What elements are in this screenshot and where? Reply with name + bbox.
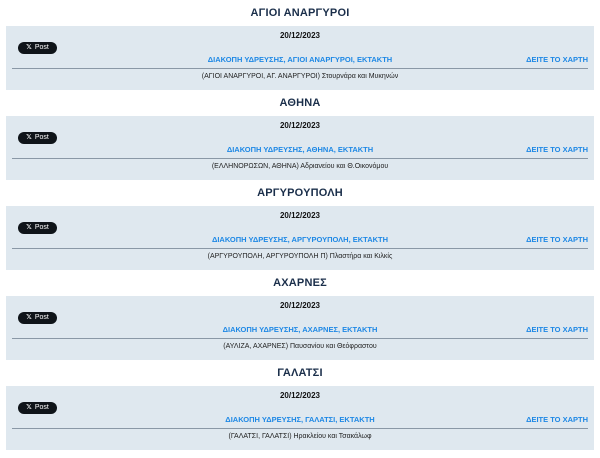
see-map-link[interactable]: ΔΕΙΤΕ ΤΟ ΧΑΡΤΗ bbox=[526, 55, 588, 64]
area-title: ΑΘΗΝΑ bbox=[279, 97, 321, 109]
x-post-button[interactable]: 𝕏 Post bbox=[18, 222, 57, 234]
outage-card: 20/12/2023 𝕏 Post ΔΙΑΚΟΠΗ ΥΔΡΕΥΣΗΣ, ΑΧΑΡ… bbox=[6, 296, 594, 360]
outage-date: 20/12/2023 bbox=[279, 211, 321, 220]
outage-list: ΑΓΙΟΙ ΑΝΑΡΓΥΡΟΙ 20/12/2023 𝕏 Post ΔΙΑΚΟΠ… bbox=[0, 0, 600, 450]
x-post-label: Post bbox=[34, 404, 49, 411]
divider bbox=[12, 428, 588, 429]
outage-section-agioi-anargyroi: ΑΓΙΟΙ ΑΝΑΡΓΥΡΟΙ 20/12/2023 𝕏 Post ΔΙΑΚΟΠ… bbox=[0, 0, 600, 90]
x-logo-icon: 𝕏 bbox=[26, 134, 32, 141]
outage-date: 20/12/2023 bbox=[279, 301, 321, 310]
area-title: ΓΑΛΑΤΣΙ bbox=[277, 367, 323, 379]
outage-streets: (ΓΑΛΑΤΣΙ, ΓΑΛΑΤΣΙ) Ηρακλείου και Τσακάλω… bbox=[228, 433, 372, 440]
outage-section-argyroupoli: ΑΡΓΥΡΟΥΠΟΛΗ 20/12/2023 𝕏 Post ΔΙΑΚΟΠΗ ΥΔ… bbox=[0, 180, 600, 270]
outage-date: 20/12/2023 bbox=[279, 391, 321, 400]
outage-streets: (ΕΛΛΗΝΟΡΩΣΩΝ, ΑΘΗΝΑ) Αδριανείου και Θ.Οι… bbox=[211, 163, 389, 170]
outage-card: 20/12/2023 𝕏 Post ΔΙΑΚΟΠΗ ΥΔΡΕΥΣΗΣ, ΓΑΛΑ… bbox=[6, 386, 594, 450]
area-title: ΑΡΓΥΡΟΥΠΟΛΗ bbox=[257, 187, 343, 199]
see-map-link[interactable]: ΔΕΙΤΕ ΤΟ ΧΑΡΤΗ bbox=[526, 235, 588, 244]
outage-section-acharnes: ΑΧΑΡΝΕΣ 20/12/2023 𝕏 Post ΔΙΑΚΟΠΗ ΥΔΡΕΥΣ… bbox=[0, 270, 600, 360]
x-post-button[interactable]: 𝕏 Post bbox=[18, 132, 57, 144]
outage-date: 20/12/2023 bbox=[279, 31, 321, 40]
x-post-button[interactable]: 𝕏 Post bbox=[18, 402, 57, 414]
divider bbox=[12, 68, 588, 69]
area-title: ΑΧΑΡΝΕΣ bbox=[273, 277, 327, 289]
x-post-label: Post bbox=[34, 314, 49, 321]
see-map-link[interactable]: ΔΕΙΤΕ ΤΟ ΧΑΡΤΗ bbox=[526, 415, 588, 424]
area-title: ΑΓΙΟΙ ΑΝΑΡΓΥΡΟΙ bbox=[250, 7, 350, 19]
x-post-button[interactable]: 𝕏 Post bbox=[18, 312, 57, 324]
x-logo-icon: 𝕏 bbox=[26, 44, 32, 51]
outage-notice-link[interactable]: ΔΙΑΚΟΠΗ ΥΔΡΕΥΣΗΣ, ΓΑΛΑΤΣΙ, ΕΚΤΑΚΤΗ bbox=[6, 415, 594, 424]
outage-card: 20/12/2023 𝕏 Post ΔΙΑΚΟΠΗ ΥΔΡΕΥΣΗΣ, ΑΓΙΟ… bbox=[6, 26, 594, 90]
x-post-label: Post bbox=[34, 224, 49, 231]
x-logo-icon: 𝕏 bbox=[26, 404, 32, 411]
x-logo-icon: 𝕏 bbox=[26, 314, 32, 321]
outage-notice-link[interactable]: ΔΙΑΚΟΠΗ ΥΔΡΕΥΣΗΣ, ΑΘΗΝΑ, ΕΚΤΑΚΤΗ bbox=[6, 145, 594, 154]
divider bbox=[12, 338, 588, 339]
see-map-link[interactable]: ΔΕΙΤΕ ΤΟ ΧΑΡΤΗ bbox=[526, 325, 588, 334]
outage-notice-link[interactable]: ΔΙΑΚΟΠΗ ΥΔΡΕΥΣΗΣ, ΑΡΓΥΡΟΥΠΟΛΗ, ΕΚΤΑΚΤΗ bbox=[6, 235, 594, 244]
outage-notice-link[interactable]: ΔΙΑΚΟΠΗ ΥΔΡΕΥΣΗΣ, ΑΧΑΡΝΕΣ, ΕΚΤΑΚΤΗ bbox=[6, 325, 594, 334]
outage-streets: (ΑΡΓΥΡΟΥΠΟΛΗ, ΑΡΓΥΡΟΥΠΟΛΗ Π) Πλαστήρα κα… bbox=[207, 253, 393, 260]
outage-section-athina: ΑΘΗΝΑ 20/12/2023 𝕏 Post ΔΙΑΚΟΠΗ ΥΔΡΕΥΣΗΣ… bbox=[0, 90, 600, 180]
outage-streets: (ΑΓΙΟΙ ΑΝΑΡΓΥΡΟΙ, ΑΓ. ΑΝΑΡΓΥΡΟΙ) Στουρνά… bbox=[201, 73, 399, 80]
x-post-button[interactable]: 𝕏 Post bbox=[18, 42, 57, 54]
outage-date: 20/12/2023 bbox=[279, 121, 321, 130]
outage-notice-link[interactable]: ΔΙΑΚΟΠΗ ΥΔΡΕΥΣΗΣ, ΑΓΙΟΙ ΑΝΑΡΓΥΡΟΙ, ΕΚΤΑΚ… bbox=[6, 55, 594, 64]
x-post-label: Post bbox=[34, 134, 49, 141]
outage-card: 20/12/2023 𝕏 Post ΔΙΑΚΟΠΗ ΥΔΡΕΥΣΗΣ, ΑΡΓΥ… bbox=[6, 206, 594, 270]
divider bbox=[12, 158, 588, 159]
see-map-link[interactable]: ΔΕΙΤΕ ΤΟ ΧΑΡΤΗ bbox=[526, 145, 588, 154]
x-post-label: Post bbox=[34, 44, 49, 51]
x-logo-icon: 𝕏 bbox=[26, 224, 32, 231]
outage-section-galatsi: ΓΑΛΑΤΣΙ 20/12/2023 𝕏 Post ΔΙΑΚΟΠΗ ΥΔΡΕΥΣ… bbox=[0, 360, 600, 450]
outage-card: 20/12/2023 𝕏 Post ΔΙΑΚΟΠΗ ΥΔΡΕΥΣΗΣ, ΑΘΗΝ… bbox=[6, 116, 594, 180]
outage-streets: (ΑΥΛΙΖΑ, ΑΧΑΡΝΕΣ) Παυσανίου και Θεόφραστ… bbox=[223, 343, 377, 350]
divider bbox=[12, 248, 588, 249]
